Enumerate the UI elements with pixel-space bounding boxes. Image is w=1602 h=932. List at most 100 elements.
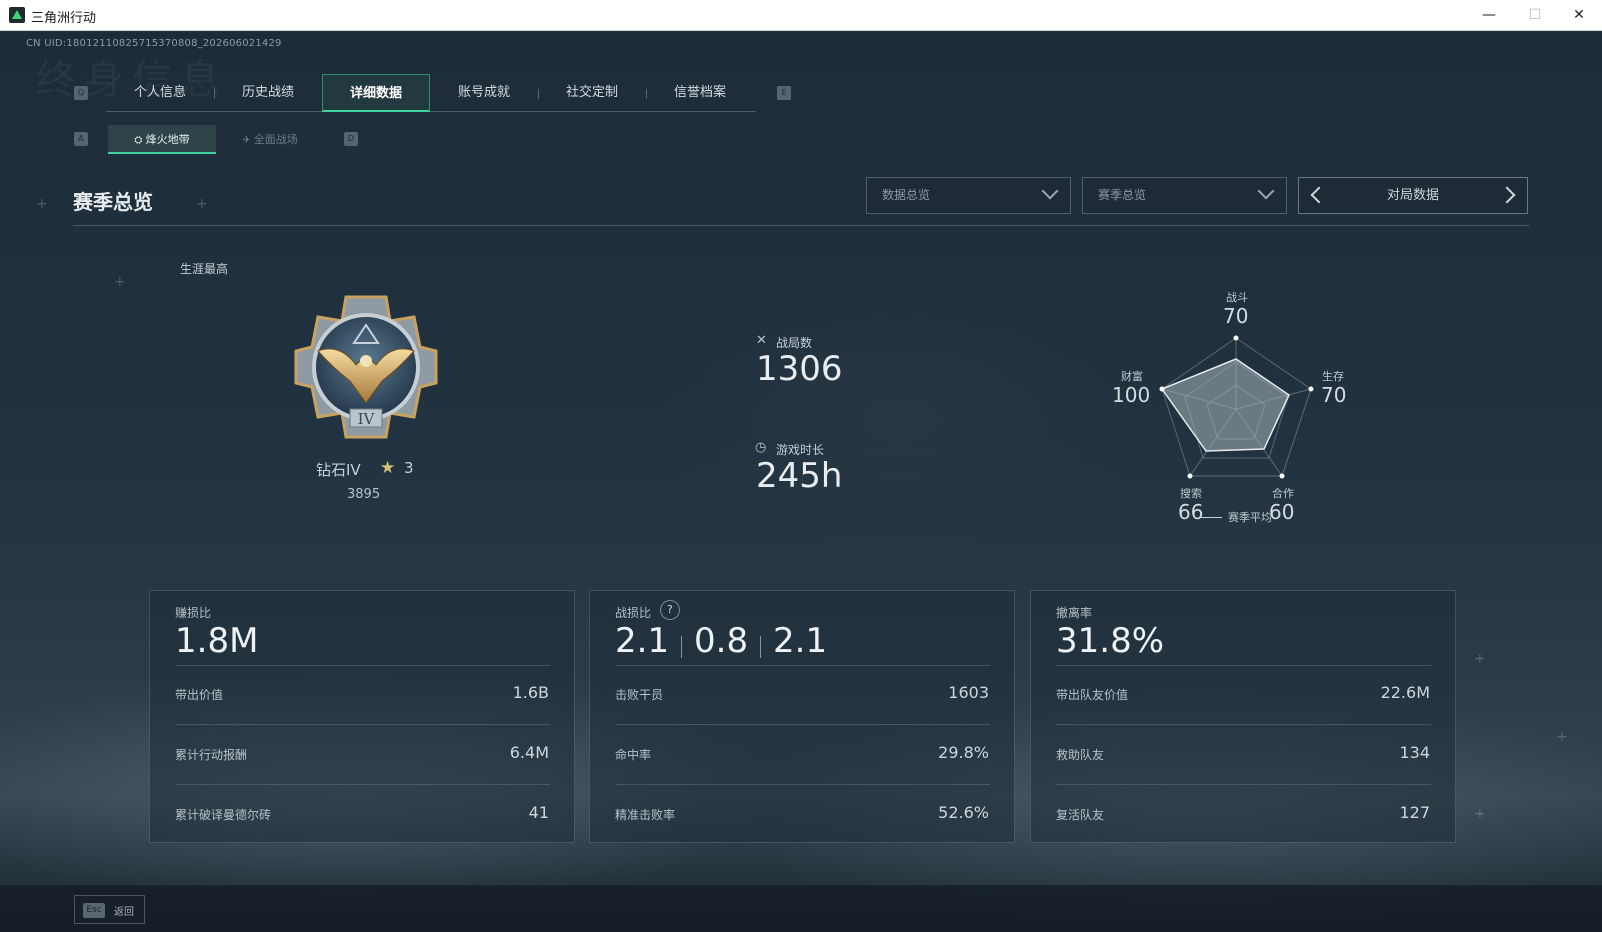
row-label: 累计破译曼德尔砖 bbox=[175, 808, 272, 822]
panel-value-2: 0.8 bbox=[694, 621, 749, 661]
panel-title: 赚损比 bbox=[175, 606, 212, 620]
dropdown-label: 数据总览 bbox=[882, 188, 931, 202]
playtime-value: 245h bbox=[756, 456, 843, 496]
radar-season-polygon bbox=[1160, 358, 1290, 452]
rank-badge-icon: IV bbox=[294, 295, 438, 439]
season-overview-dropdown[interactable]: 赛季总览 bbox=[1082, 177, 1287, 214]
decor-plus-icon: + bbox=[1474, 651, 1486, 667]
clock-icon: ◷ bbox=[755, 440, 767, 455]
row-value: 22.6M bbox=[1380, 683, 1430, 702]
radar-axis-value: 60 bbox=[1269, 500, 1295, 524]
key-hint-next-mode: D bbox=[344, 132, 358, 146]
section-title: 赛季总览 bbox=[73, 190, 153, 214]
matches-value: 1306 bbox=[756, 349, 843, 389]
jet-icon: ✈ bbox=[242, 135, 254, 146]
row-label: 击败干员 bbox=[615, 688, 664, 702]
tab-detailed-data[interactable]: 详细数据 bbox=[322, 74, 430, 112]
crossed-swords-icon: ✕ bbox=[756, 333, 767, 348]
maximize-button[interactable]: ☐ bbox=[1512, 0, 1558, 31]
decor-plus-icon: + bbox=[1556, 729, 1568, 745]
panel-value: 31.8% bbox=[1056, 621, 1165, 661]
app-logo-icon bbox=[9, 7, 25, 23]
back-button[interactable]: Esc 返回 bbox=[74, 895, 145, 924]
chevron-left-icon[interactable] bbox=[1310, 186, 1328, 204]
rank-name: 钻石IV bbox=[316, 461, 361, 479]
radar-axis-value: 70 bbox=[1321, 383, 1347, 407]
radar-axis-label: 战斗 bbox=[1226, 291, 1248, 304]
star-icon: ★ bbox=[380, 458, 396, 478]
section-divider bbox=[73, 225, 1530, 226]
row-label: 救助队友 bbox=[1056, 748, 1105, 762]
row-value: 41 bbox=[528, 803, 549, 822]
key-hint-next-tab: E bbox=[777, 86, 791, 100]
chevron-right-icon[interactable] bbox=[1498, 186, 1516, 204]
rank-score: 3895 bbox=[347, 487, 381, 502]
panel-value-1: 2.1 bbox=[615, 621, 670, 661]
decor-plus-icon: + bbox=[1474, 806, 1486, 822]
legend-line-icon bbox=[1200, 517, 1222, 518]
radar-axis-value: 70 bbox=[1223, 304, 1249, 328]
radar-axis-label: 合作 bbox=[1272, 487, 1294, 500]
tab-personal-info[interactable]: 个人信息 bbox=[106, 74, 214, 112]
pager-label: 对局数据 bbox=[1386, 188, 1439, 203]
career-best-label: 生涯最高 bbox=[180, 262, 229, 276]
tab-match-history[interactable]: 历史战绩 bbox=[214, 74, 322, 112]
radar-axis-label: 财富 bbox=[1121, 370, 1143, 383]
close-button[interactable]: ✕ bbox=[1556, 0, 1602, 31]
key-hint-prev-tab: Q bbox=[74, 86, 88, 100]
game-screen: + + + + + + 终身信息 CN UID:1801211082571537… bbox=[0, 31, 1602, 932]
row-value: 127 bbox=[1399, 803, 1430, 822]
kd-panel: 战损比 ? 2.1 0.8 2.1 击败干员 1603 命中率 29.8% 精准… bbox=[589, 590, 1015, 843]
bottom-bar bbox=[0, 885, 1602, 932]
window-title: 三角洲行动 bbox=[31, 11, 97, 26]
radar-axis-value: 100 bbox=[1112, 383, 1151, 407]
row-value: 1603 bbox=[948, 683, 989, 702]
svg-text:IV: IV bbox=[358, 410, 376, 428]
window-titlebar: 三角洲行动 — ☐ ✕ bbox=[0, 0, 1602, 31]
radar-legend: 赛季平均 bbox=[1228, 511, 1272, 524]
row-label: 带出队友价值 bbox=[1056, 688, 1129, 702]
subtab-full-battlefield[interactable]: ✈ 全面战场 bbox=[216, 125, 324, 154]
main-tabs: 个人信息 历史战绩 详细数据 账号成就 社交定制 信誉档案 bbox=[106, 74, 756, 112]
row-label: 精准击败率 bbox=[615, 808, 676, 822]
helicopter-icon: ⛭ bbox=[134, 135, 146, 146]
player-uid: CN UID:18012110825715370808_202606021429 bbox=[26, 38, 282, 49]
data-overview-dropdown[interactable]: 数据总览 bbox=[866, 177, 1071, 214]
radar-axis-label: 搜索 bbox=[1180, 487, 1202, 500]
subtab-label: 全面战场 bbox=[253, 133, 298, 146]
panel-title: 撤离率 bbox=[1056, 606, 1093, 620]
decor-plus-icon: + bbox=[36, 196, 48, 212]
match-data-pager: 对局数据 bbox=[1298, 177, 1528, 214]
tab-credit-record[interactable]: 信誉档案 bbox=[646, 74, 754, 112]
extraction-panel: 撤离率 31.8% 带出队友价值 22.6M 救助队友 134 复活队友 127 bbox=[1030, 590, 1456, 843]
tab-achievements[interactable]: 账号成就 bbox=[430, 74, 538, 112]
row-value: 134 bbox=[1399, 743, 1430, 762]
radar-axis-value: 66 bbox=[1178, 500, 1204, 524]
chevron-down-icon bbox=[1257, 182, 1275, 200]
row-label: 命中率 bbox=[615, 748, 652, 762]
panel-value: 1.8M bbox=[175, 621, 259, 661]
row-label: 复活队友 bbox=[1056, 808, 1105, 822]
decor-plus-icon: + bbox=[196, 196, 208, 212]
minimize-button[interactable]: — bbox=[1466, 0, 1512, 31]
subtab-label: 烽火地带 bbox=[145, 133, 190, 146]
esc-key-icon: Esc bbox=[83, 903, 105, 918]
rank-stars-count: 3 bbox=[404, 459, 414, 477]
subtab-operations-zone[interactable]: ⛭ 烽火地带 bbox=[108, 125, 216, 154]
row-value: 1.6B bbox=[512, 683, 549, 702]
chevron-down-icon bbox=[1041, 182, 1059, 200]
panel-title: 战损比 bbox=[615, 606, 652, 620]
panel-value-3: 2.1 bbox=[773, 621, 828, 661]
help-icon[interactable]: ? bbox=[655, 595, 685, 625]
tab-social-customization[interactable]: 社交定制 bbox=[538, 74, 646, 112]
decor-plus-icon: + bbox=[114, 274, 126, 290]
row-label: 累计行动报酬 bbox=[175, 748, 248, 762]
row-value: 29.8% bbox=[938, 743, 989, 762]
back-label: 返回 bbox=[114, 907, 134, 918]
dropdown-label: 赛季总览 bbox=[1098, 188, 1147, 202]
row-label: 带出价值 bbox=[175, 688, 224, 702]
key-hint-prev-mode: A bbox=[74, 132, 88, 146]
radar-axis-label: 生存 bbox=[1322, 370, 1344, 383]
radar-chart bbox=[1159, 335, 1314, 479]
row-value: 6.4M bbox=[509, 743, 549, 762]
